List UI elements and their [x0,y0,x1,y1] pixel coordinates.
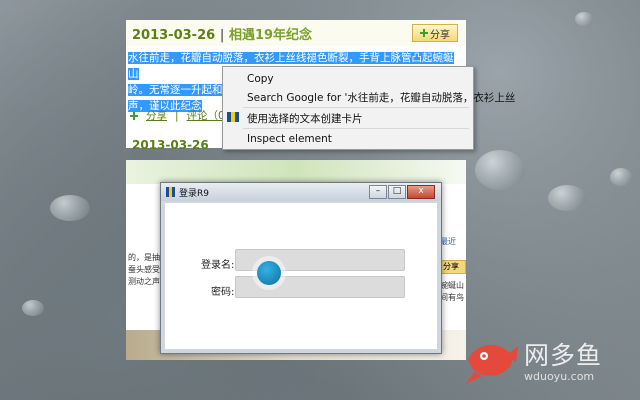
window-controls: – □ x [369,185,435,199]
menu-divider [243,128,469,129]
fish-logo-icon [466,344,518,384]
click-indicator-icon [257,261,281,285]
leaf-banner [126,160,466,184]
username-label: 登录名: [201,260,235,271]
next-post-date: 2013-03-26 [132,138,209,152]
water-drop [22,300,44,316]
context-menu: Copy Search Google for '水往前走，花瓣自动脱落，衣衫上丝… [222,66,515,150]
r9-app-icon [166,187,175,197]
side-text: 蜿蜒山 [440,281,464,290]
water-drop [610,168,632,186]
window-titlebar[interactable]: 登录R9 – □ x [161,183,441,201]
context-menu-create-card[interactable]: 使用选择的文本创建卡片 [247,111,363,126]
password-label: 密码: [211,287,235,298]
side-link[interactable]: 最近 [440,236,456,247]
water-drop [50,195,90,221]
context-menu-copy[interactable]: Copy [247,73,274,85]
login-form: 登录名: 密码: [165,203,437,349]
share-button[interactable]: 分享 [412,24,458,42]
post-title[interactable]: 相遇19年纪念 [229,28,312,43]
plus-icon [130,111,138,120]
menu-divider [243,107,469,108]
selected-line: 岭。无常逐一升起和 [128,84,223,96]
plus-icon [420,29,428,37]
post-separator: | [219,28,225,43]
minimize-button[interactable]: – [369,185,387,199]
side-text: 蚕头感受 [128,265,160,274]
post-date: 2013-03-26 [132,28,216,43]
context-menu-search-google[interactable]: Search Google for '水往前走，花瓣自动脱落，衣衫上丝 [247,90,515,105]
close-button[interactable]: x [407,185,435,199]
login-window: 登录R9 – □ x 登录名: 密码: [160,182,442,354]
window-title: 登录R9 [179,189,209,199]
logo-url: wduoyu.com [524,370,595,383]
context-menu-inspect-element[interactable]: Inspect element [247,133,332,145]
post-date-row: 2013-03-26 | 相遇19年纪念 [132,24,312,43]
water-drop [548,185,586,211]
logo-name: 网多鱼 [524,341,603,370]
water-drop [475,150,525,190]
share-button-label: 分享 [430,29,450,41]
share-link[interactable]: 分享 [146,108,167,123]
maximize-button[interactable]: □ [388,185,406,199]
post-actions: 分享 | 评论（0） [130,108,235,123]
r9-card-icon [227,112,239,122]
water-drop [575,12,593,26]
site-logo: 网多鱼 wduoyu.com [462,330,632,396]
side-text: 间有鸟 [440,293,464,302]
actions-separator: | [175,109,179,122]
